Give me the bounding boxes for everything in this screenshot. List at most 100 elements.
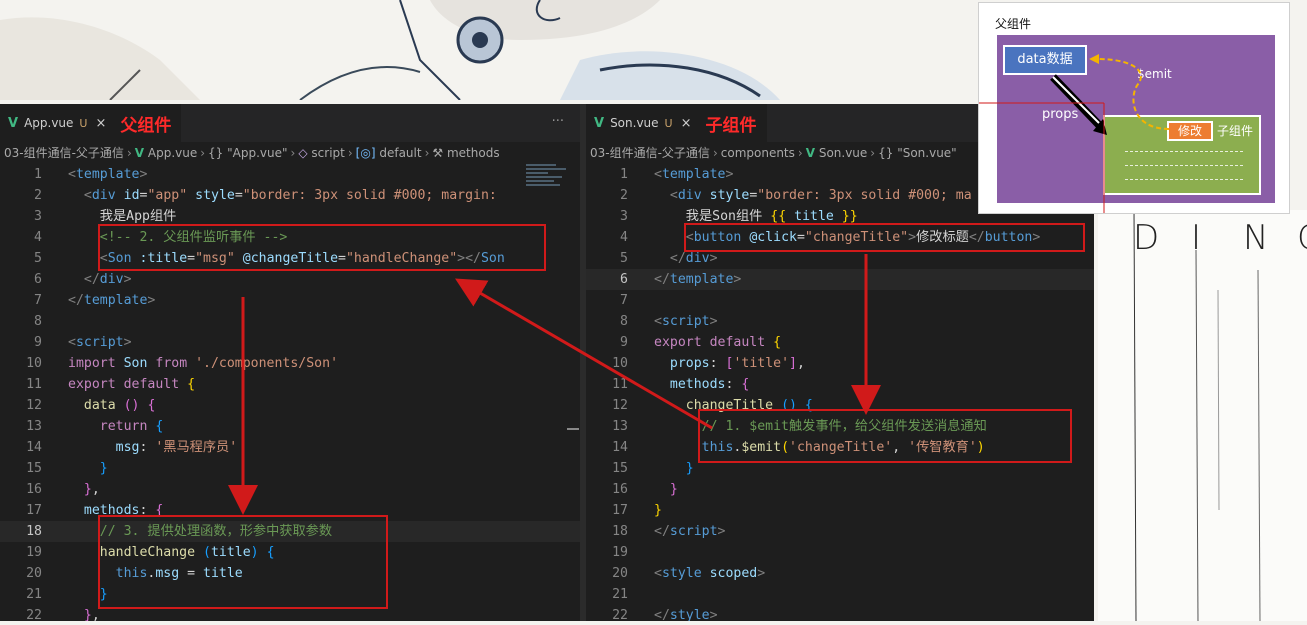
breadcrumb-item[interactable]: Son.vue — [819, 146, 867, 160]
code-line[interactable]: 17} — [586, 500, 1094, 521]
code-line[interactable]: 16 } — [586, 479, 1094, 500]
breadcrumb-item[interactable]: components — [721, 146, 795, 160]
code-token: div — [685, 251, 710, 266]
line-number: 3 — [620, 209, 628, 224]
breadcrumb-item[interactable]: {} "App.vue" — [208, 146, 287, 160]
tab-son-vue[interactable]: V Son.vue U × 子组件 — [586, 104, 767, 142]
line-number: 15 — [26, 461, 42, 476]
chevron-right-icon: › — [797, 146, 803, 160]
code-token: } — [83, 608, 92, 621]
code-token: Son — [123, 356, 148, 371]
code-token: > — [139, 167, 148, 182]
breadcrumb-item[interactable]: script — [311, 146, 344, 160]
code-token: : — [709, 356, 726, 371]
breadcrumb-item[interactable]: 03-组件通信-父子通信 — [4, 146, 124, 160]
code-token: > — [725, 167, 734, 182]
code-token: './components/Son' — [195, 356, 339, 371]
line-number: 8 — [620, 314, 628, 329]
code-token: > — [757, 566, 766, 581]
code-line[interactable]: 6 </div> — [0, 269, 580, 290]
breadcrumb-item[interactable]: methods — [447, 146, 500, 160]
code-token: } — [99, 461, 108, 476]
line-number: 7 — [34, 293, 42, 308]
line-number: 7 — [620, 293, 628, 308]
code-line[interactable]: 7 — [586, 290, 1094, 311]
code-line[interactable]: 11 methods: { — [586, 374, 1094, 395]
minimap[interactable] — [526, 162, 568, 202]
code-line[interactable]: 19 — [586, 542, 1094, 563]
code-token: < — [68, 167, 76, 182]
line-number: 15 — [612, 461, 628, 476]
code-line[interactable]: 2 <div id="app" style="border: 3px solid… — [0, 185, 580, 206]
code-line[interactable]: 15 } — [0, 458, 580, 479]
close-icon[interactable]: × — [95, 116, 106, 131]
code-token: script — [669, 524, 718, 539]
code-line[interactable]: 8 — [0, 311, 580, 332]
close-icon[interactable]: × — [681, 116, 692, 131]
code-line[interactable]: 9 export default { — [586, 332, 1094, 353]
annotation-box-emit — [698, 409, 1072, 463]
code-line[interactable]: 10 props: ['title'], — [586, 353, 1094, 374]
code-line[interactable]: 9 <script> — [0, 332, 580, 353]
scrollbar-marker[interactable] — [567, 428, 579, 430]
breadcrumb-item[interactable]: App.vue — [148, 146, 197, 160]
chevron-right-icon: › — [870, 146, 876, 160]
code-line[interactable]: 8 <script> — [586, 311, 1094, 332]
line-number: 21 — [612, 587, 628, 602]
code-token: { — [773, 335, 782, 350]
code-token: } — [654, 503, 662, 518]
tab-app-vue[interactable]: V App.vue U × 父组件 — [0, 104, 182, 142]
code-line[interactable]: 6 </template> — [586, 269, 1094, 290]
code-line[interactable]: 11 export default { — [0, 374, 580, 395]
breadcrumb-item[interactable]: 03-组件通信-父子通信 — [590, 146, 710, 160]
tab-bar: V App.vue U × 父组件 ··· — [0, 104, 580, 142]
code-token: </ — [654, 272, 670, 287]
diagram-dash-line — [1125, 165, 1243, 167]
logo-letter: I — [1191, 218, 1202, 258]
annotation-box-listener — [98, 224, 546, 271]
more-actions-icon[interactable]: ··· — [552, 114, 564, 129]
code-token: style — [661, 566, 702, 581]
line-number: 6 — [620, 272, 628, 287]
code-line[interactable]: 22 </style> — [586, 605, 1094, 621]
code-token: div — [677, 188, 702, 203]
line-number: 16 — [26, 482, 42, 497]
breadcrumb-item[interactable]: {} "Son.vue" — [878, 146, 957, 160]
code-token: id — [123, 188, 140, 203]
code-token: 'title' — [733, 356, 790, 371]
code-line[interactable]: 7 </template> — [0, 290, 580, 311]
code-line[interactable]: 16 }, — [0, 479, 580, 500]
code-line[interactable]: 12 data () { — [0, 395, 580, 416]
breadcrumb-item[interactable]: default — [379, 146, 421, 160]
code-token: > — [123, 272, 132, 287]
code-line[interactable]: 14 msg: '黑马程序员' — [0, 437, 580, 458]
line-number: 10 — [612, 356, 628, 371]
line-number: 19 — [612, 545, 628, 560]
diagram-dash-line — [1125, 179, 1243, 181]
code-token: props — [669, 356, 710, 371]
code-line[interactable]: 10 import Son from './components/Son' — [0, 353, 580, 374]
code-line[interactable]: 13 return { — [0, 416, 580, 437]
code-token: } — [669, 482, 678, 497]
diagram-dash-line — [1125, 151, 1243, 153]
code-token: scoped — [709, 566, 758, 581]
code-line[interactable]: 21 — [586, 584, 1094, 605]
diagram-arrows — [979, 54, 1170, 213]
code-line[interactable]: 1 <template> — [0, 164, 580, 185]
code-line[interactable]: 20 <style scoped> — [586, 563, 1094, 584]
code-line[interactable]: 18 </script> — [586, 521, 1094, 542]
